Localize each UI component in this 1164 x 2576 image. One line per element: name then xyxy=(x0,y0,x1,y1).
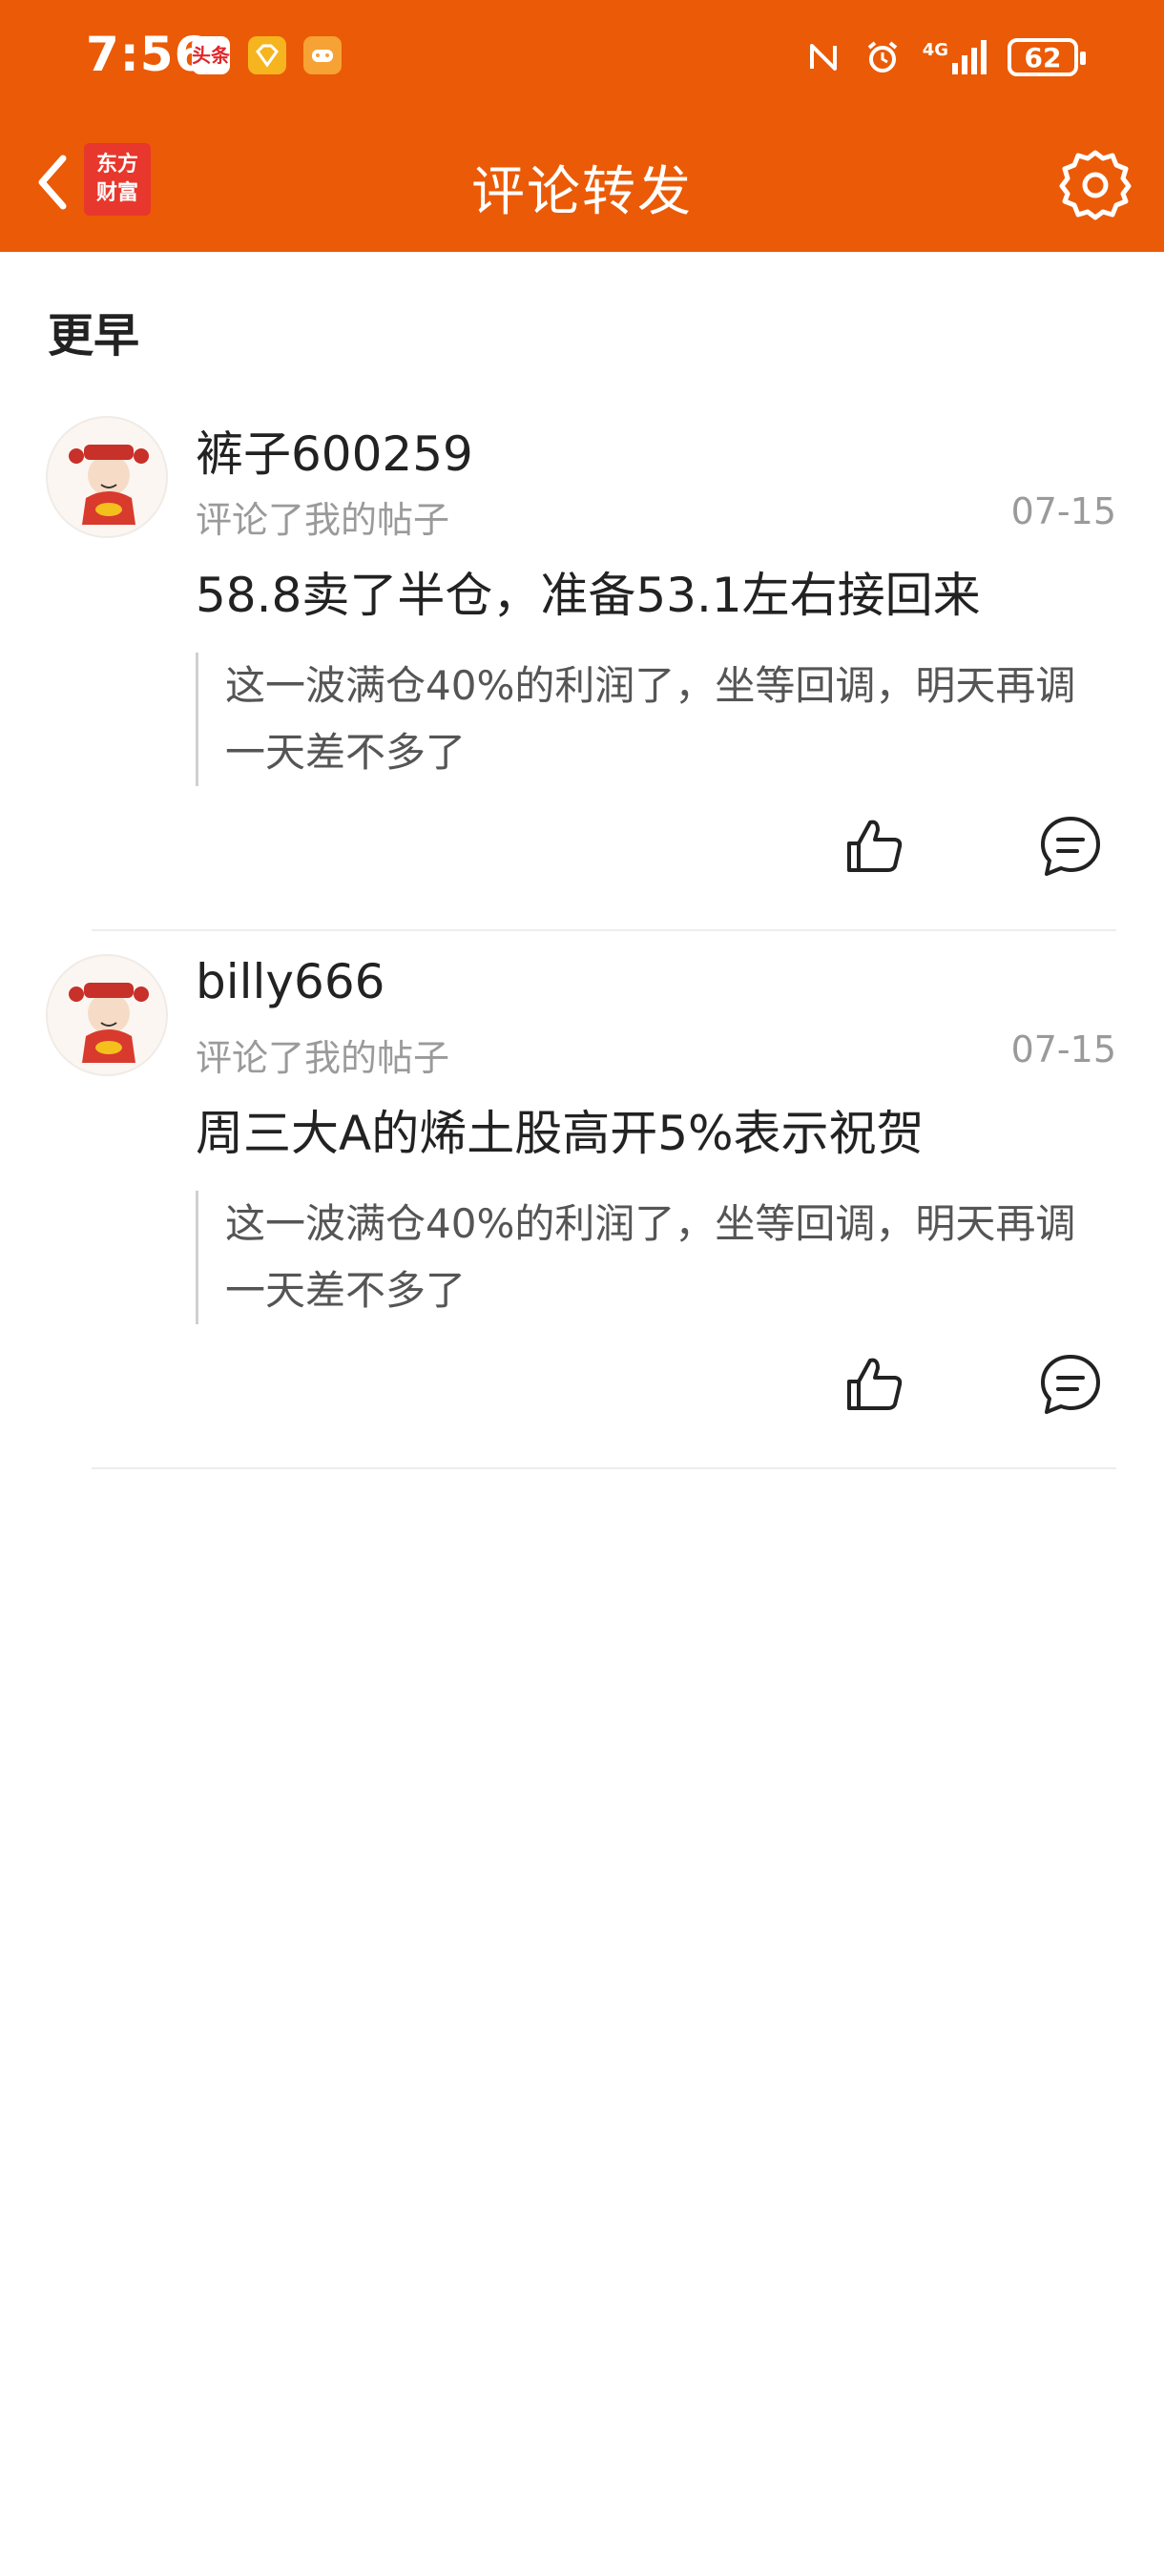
status-bar: 7:56 头条 4G 62 xyxy=(0,0,1164,114)
username[interactable]: 裤子600259 xyxy=(196,416,473,485)
page-title: 评论转发 xyxy=(471,161,693,223)
comment-bubble-icon[interactable] xyxy=(1035,811,1106,882)
comment-bubble-icon[interactable] xyxy=(1035,1349,1106,1420)
section-title: 更早 xyxy=(48,309,140,363)
caishen-avatar-icon xyxy=(69,445,149,525)
thumbs-up-icon[interactable] xyxy=(840,811,910,882)
nav-header: 东方 财富 评论转发 xyxy=(0,114,1164,252)
divider xyxy=(92,929,1116,931)
action-text: 评论了我的帖子 xyxy=(196,499,450,541)
caishen-avatar-icon xyxy=(69,983,149,1063)
network-type: 4G xyxy=(922,40,948,60)
date: 07-15 xyxy=(1010,490,1116,532)
quoted-post[interactable]: 这一波满仓40%的利润了，坐等回调，明天再调一天差不多了 xyxy=(196,653,1112,786)
thumbs-up-icon[interactable] xyxy=(840,1349,910,1420)
signal-icon: 4G xyxy=(923,40,987,74)
status-time: 7:56 xyxy=(86,27,209,82)
battery-indicator: 62 xyxy=(1008,38,1086,76)
divider xyxy=(92,1467,1116,1469)
quoted-post[interactable]: 这一波满仓40%的利润了，坐等回调，明天再调一天差不多了 xyxy=(196,1191,1112,1324)
gear-icon[interactable] xyxy=(1055,143,1135,223)
avatar[interactable] xyxy=(46,954,168,1076)
toutiao-app-icon: 头条 xyxy=(192,36,230,74)
comment-content[interactable]: 周三大A的烯土股高开5%表示祝贺 xyxy=(196,1095,925,1164)
game-app-icon xyxy=(303,36,342,74)
action-text: 评论了我的帖子 xyxy=(196,1037,450,1079)
username[interactable]: billy666 xyxy=(196,954,385,1009)
nfc-icon xyxy=(809,44,837,71)
comment-content[interactable]: 58.8卖了半仓，准备53.1左右接回来 xyxy=(196,557,981,626)
alarm-icon xyxy=(867,41,897,73)
toutiao-badge-text: 头条 xyxy=(192,44,230,67)
diamond-app-icon xyxy=(248,36,286,74)
date: 07-15 xyxy=(1010,1028,1116,1070)
status-right: 4G 62 xyxy=(804,31,1086,84)
battery-level: 62 xyxy=(1024,41,1062,73)
avatar[interactable] xyxy=(46,416,168,538)
